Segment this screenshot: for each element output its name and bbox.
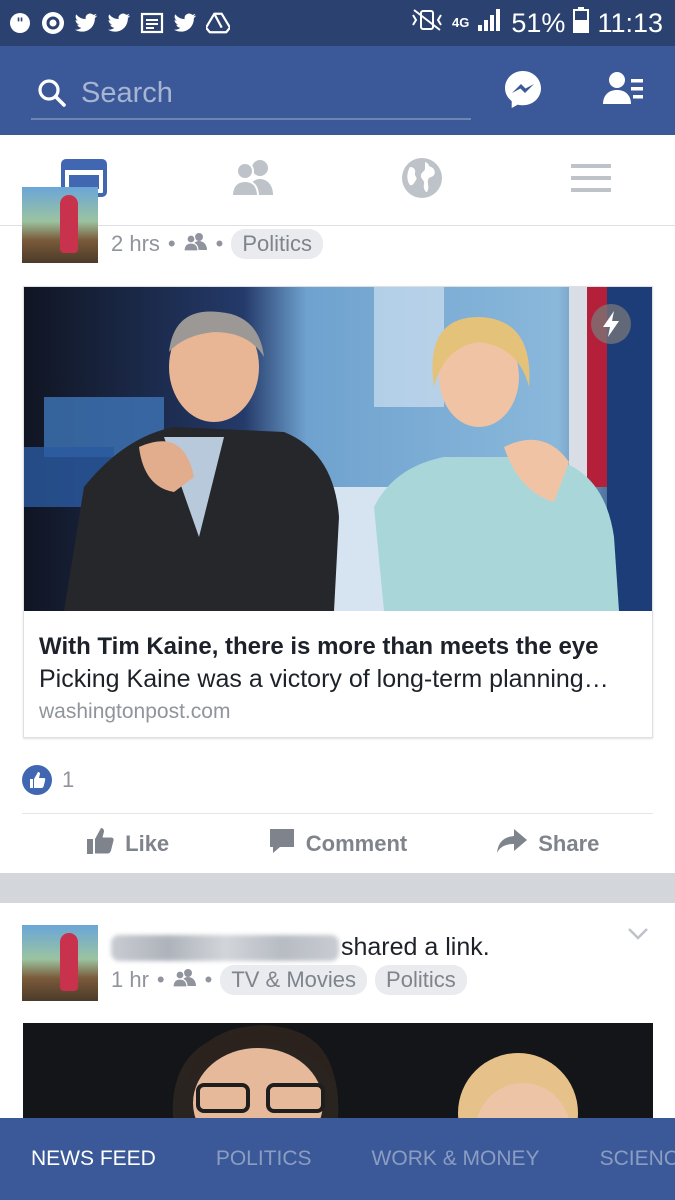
twitter-bird-icon bbox=[173, 11, 197, 35]
drive-icon bbox=[206, 11, 230, 35]
search-input[interactable]: Search bbox=[31, 68, 471, 120]
feed-post: 2 hrs • • Politics With Tim Kaine, there… bbox=[0, 187, 675, 873]
topic-nav-bar: NEWS FEED POLITICS WORK & MONEY SCIENC bbox=[0, 1118, 675, 1200]
like-label: Like bbox=[125, 830, 170, 856]
tab-friends[interactable] bbox=[169, 135, 338, 225]
instant-article-bolt-icon bbox=[590, 303, 632, 345]
post-meta: 1 hr • • TV & Movies Politics bbox=[111, 965, 467, 995]
system-status: 4G 51% 11:13 bbox=[410, 6, 663, 40]
link-domain: washingtonpost.com bbox=[39, 700, 231, 723]
share-arrow-icon bbox=[496, 828, 528, 860]
quote-icon: " bbox=[8, 11, 32, 35]
twitter-bird-icon bbox=[107, 11, 131, 35]
topic-tab-work-money[interactable]: WORK & MONEY bbox=[372, 1147, 540, 1171]
share-button[interactable]: Share bbox=[443, 814, 653, 873]
clock: 11:13 bbox=[597, 7, 663, 38]
tab-notifications-globe[interactable] bbox=[338, 135, 507, 225]
status-bar: " 4G 51% 11:13 bbox=[0, 0, 675, 46]
search-icon bbox=[37, 78, 67, 108]
link-preview-card[interactable]: With Tim Kaine, there is more than meets… bbox=[23, 286, 653, 738]
post-headline: shared a link. bbox=[111, 933, 490, 962]
friends-icon bbox=[230, 159, 276, 202]
messenger-icon bbox=[502, 68, 544, 115]
battery-level: 51% bbox=[511, 7, 566, 38]
tab-menu[interactable] bbox=[506, 135, 675, 225]
topic-tab-politics[interactable]: POLITICS bbox=[216, 1147, 312, 1171]
comment-label: Comment bbox=[305, 830, 408, 856]
svg-text:": " bbox=[16, 16, 23, 32]
topic-tab-science[interactable]: SCIENC bbox=[600, 1147, 675, 1171]
topic-pill[interactable]: Politics bbox=[231, 229, 324, 259]
article-photo[interactable] bbox=[23, 1023, 653, 1118]
notification-icons: " bbox=[8, 11, 230, 35]
post-time[interactable]: 1 hr bbox=[111, 967, 149, 993]
link-description: Picking Kaine was a victory of long-term… bbox=[39, 665, 609, 693]
comment-icon bbox=[268, 827, 296, 861]
post-meta: 2 hrs • • Politics bbox=[111, 229, 324, 259]
topic-pill[interactable]: TV & Movies bbox=[220, 965, 368, 995]
feed-post: shared a link. 1 hr • • TV & Movies Poli… bbox=[0, 903, 675, 1118]
friend-requests-icon bbox=[602, 69, 644, 114]
like-reaction-icon bbox=[22, 765, 52, 795]
avatar[interactable] bbox=[22, 187, 98, 263]
post-options-chevron-icon[interactable] bbox=[627, 927, 649, 946]
globe-icon bbox=[401, 157, 443, 204]
twitter-bird-icon bbox=[74, 11, 98, 35]
author-name-blurred[interactable] bbox=[111, 934, 339, 961]
vibrate-mute-icon bbox=[410, 8, 444, 39]
audience-friends-icon bbox=[172, 967, 197, 993]
app-header: Search bbox=[0, 46, 675, 135]
reaction-summary[interactable]: 1 bbox=[22, 765, 74, 795]
post-action-bar: Like Comment Share bbox=[22, 813, 653, 873]
friend-requests-button[interactable] bbox=[600, 68, 646, 114]
audience-friends-icon bbox=[183, 231, 208, 257]
menu-icon bbox=[570, 162, 612, 199]
post-time[interactable]: 2 hrs bbox=[111, 231, 160, 257]
comment-button[interactable]: Comment bbox=[232, 814, 442, 873]
settings-cog-icon bbox=[41, 11, 65, 35]
avatar[interactable] bbox=[22, 925, 98, 1001]
like-button[interactable]: Like bbox=[22, 814, 232, 873]
feed-separator bbox=[0, 873, 675, 903]
article-photo bbox=[24, 287, 652, 611]
network-type: 4G bbox=[452, 15, 470, 30]
topic-tab-news-feed[interactable]: NEWS FEED bbox=[31, 1147, 156, 1171]
thumbs-up-icon bbox=[85, 827, 115, 861]
shared-action-text: shared a link. bbox=[341, 933, 490, 961]
share-label: Share bbox=[538, 830, 600, 856]
news-icon bbox=[140, 11, 164, 35]
search-placeholder: Search bbox=[81, 76, 173, 109]
top-tab-bar bbox=[0, 135, 675, 226]
link-title[interactable]: With Tim Kaine, there is more than meets… bbox=[39, 633, 599, 661]
like-count: 1 bbox=[62, 767, 75, 792]
messenger-button[interactable] bbox=[500, 68, 546, 114]
signal-icon bbox=[477, 8, 503, 39]
battery-icon bbox=[573, 6, 590, 40]
topic-pill[interactable]: Politics bbox=[375, 965, 467, 995]
